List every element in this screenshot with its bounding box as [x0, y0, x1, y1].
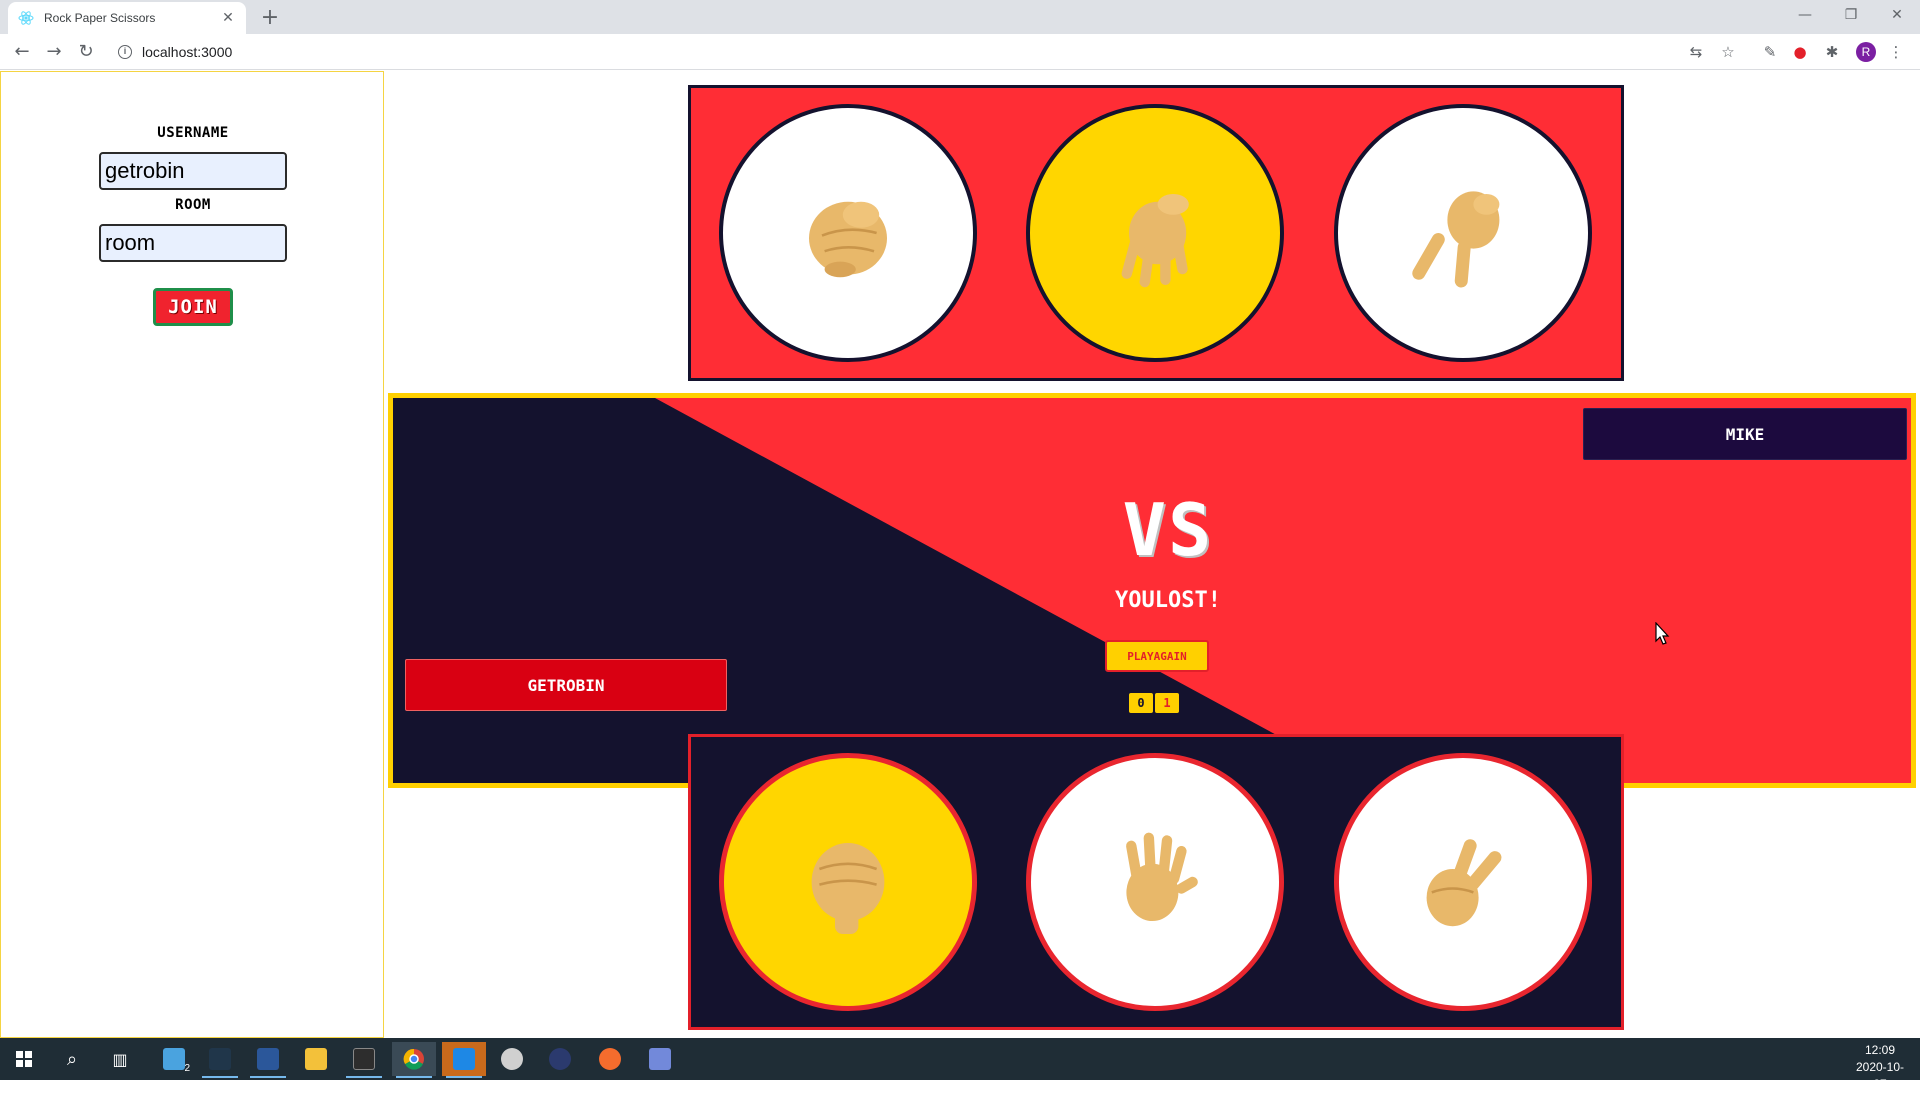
scoreboard: 0 1: [1129, 693, 1179, 713]
terminal-app-icon[interactable]: [342, 1042, 386, 1078]
mouse-cursor-icon: [1655, 622, 1670, 645]
join-sidebar: USERNAME ROOM JOIN: [0, 71, 384, 1038]
player-score: 0: [1129, 693, 1153, 713]
search-icon[interactable]: ⌕: [50, 1042, 94, 1076]
opponent-name-tag: MIKE: [1583, 408, 1907, 460]
opponent-choice-panel: [688, 85, 1624, 381]
reload-icon[interactable]: ↻: [74, 40, 98, 64]
task-view-icon[interactable]: ▥: [98, 1042, 142, 1076]
windows-start-icon[interactable]: [2, 1042, 46, 1076]
app-origin-icon[interactable]: [588, 1042, 632, 1076]
minimize-icon[interactable]: —: [1782, 0, 1828, 30]
new-tab-icon[interactable]: +: [256, 4, 284, 32]
player-rock-choice[interactable]: [719, 753, 977, 1011]
app-inkscape-icon[interactable]: [490, 1042, 534, 1076]
url-text: localhost:3000: [142, 44, 233, 60]
vs-title: VS: [1122, 488, 1214, 572]
bookmark-star-icon[interactable]: ☆: [1718, 42, 1738, 62]
username-label: USERNAME: [157, 125, 229, 141]
room-input[interactable]: [99, 224, 287, 262]
page-content: USERNAME ROOM JOIN: [0, 71, 1920, 1038]
discord-app-icon[interactable]: [638, 1042, 682, 1076]
room-label: ROOM: [175, 197, 211, 213]
scissors-hand-icon: [1426, 839, 1502, 927]
browser-menu-icon[interactable]: ⋮: [1886, 42, 1906, 62]
mail-badge: 2: [184, 1063, 190, 1074]
windows-taskbar: ⌕ ▥ 2 12:09 2020-10-27: [0, 1038, 1920, 1091]
browser-toolbar: ← → ↻ i localhost:3000 ⇆ ☆ ✎ ● ✱ R ⋮: [0, 34, 1920, 70]
player-choice-panel: [688, 734, 1624, 1030]
clock-date: 2020-10-27: [1855, 1060, 1905, 1091]
mail-app-icon[interactable]: 2: [152, 1042, 196, 1076]
restore-icon[interactable]: ❐: [1828, 0, 1874, 30]
opponent-paper-choice: [1026, 104, 1284, 362]
app-dark-icon[interactable]: [198, 1042, 242, 1078]
translate-icon[interactable]: ⇆: [1686, 42, 1706, 62]
chrome-app-icon[interactable]: [392, 1042, 436, 1078]
extension-eyedropper-icon[interactable]: ✎: [1760, 42, 1780, 62]
clock-time: 12:09: [1864, 1043, 1896, 1057]
forward-icon[interactable]: →: [42, 40, 66, 64]
player-paper-choice[interactable]: [1026, 753, 1284, 1011]
profile-avatar[interactable]: R: [1856, 42, 1876, 62]
join-button[interactable]: JOIN: [153, 288, 233, 326]
back-icon[interactable]: ←: [10, 40, 34, 64]
opponent-score: 1: [1155, 693, 1179, 713]
player-name-tag: GETROBIN: [405, 659, 727, 711]
opponent-scissors-choice: [1334, 104, 1592, 362]
browser-tab[interactable]: Rock Paper Scissors ✕: [8, 2, 246, 34]
rock-hand-icon: [809, 201, 887, 278]
opponent-rock-choice: [719, 104, 977, 362]
vscode-app-icon[interactable]: [442, 1042, 486, 1078]
player-scissors-choice[interactable]: [1334, 753, 1592, 1011]
word-app-icon[interactable]: [246, 1042, 290, 1078]
tab-title: Rock Paper Scissors: [44, 11, 156, 25]
window-controls: — ❐ ✕: [1782, 0, 1920, 30]
site-info-icon[interactable]: i: [118, 45, 132, 59]
play-again-button[interactable]: PLAYAGAIN: [1105, 640, 1209, 672]
scissors-hand-icon: [1412, 191, 1500, 288]
rock-hand-icon: [811, 843, 885, 934]
app-emacs-icon[interactable]: [538, 1042, 582, 1076]
battle-arena: MIKE VS YOULOST! PLAYAGAIN 0 1 GETROBIN: [388, 393, 1916, 788]
extensions-puzzle-icon[interactable]: ✱: [1822, 42, 1842, 62]
paper-hand-icon: [1126, 832, 1198, 921]
paper-hand-icon: [1121, 194, 1189, 288]
browser-tab-bar: Rock Paper Scissors ✕ + — ❐ ✕: [0, 0, 1920, 34]
close-tab-icon[interactable]: ✕: [220, 10, 236, 26]
file-explorer-icon[interactable]: [294, 1042, 338, 1076]
result-text: YOULOST!: [1115, 588, 1221, 613]
react-logo-icon: [18, 11, 34, 25]
close-window-icon[interactable]: ✕: [1874, 0, 1920, 30]
system-clock[interactable]: 12:09 2020-10-27: [1850, 1042, 1910, 1093]
username-input[interactable]: [99, 152, 287, 190]
address-bar[interactable]: i localhost:3000: [110, 38, 1690, 66]
opera-extension-icon[interactable]: ●: [1790, 42, 1810, 62]
